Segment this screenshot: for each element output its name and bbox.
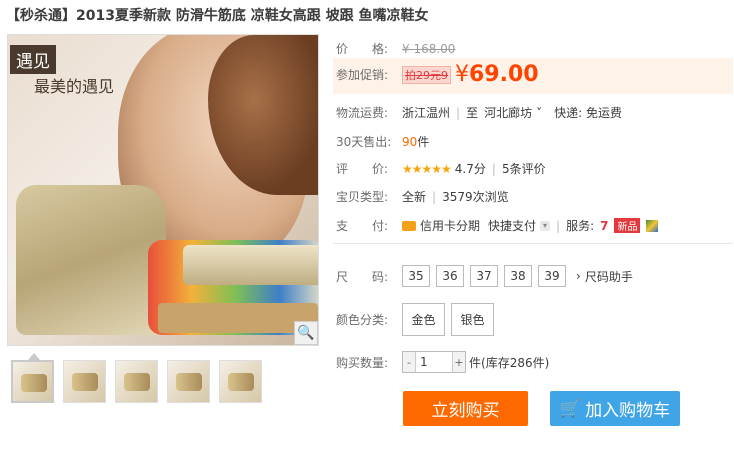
size-label: 尺 码: xyxy=(336,269,389,284)
new-product-icon: 新品 xyxy=(614,218,641,233)
image-slogan: 最美的遇见 xyxy=(34,77,115,96)
color-label: 颜色分类: xyxy=(336,313,389,327)
cart-icon: 🛒 xyxy=(559,398,582,419)
shipping-destination[interactable]: 河北廊坊 xyxy=(484,104,532,121)
thumbnail-2[interactable] xyxy=(63,360,106,403)
quantity-row: 购买数量: - 1 + 件 (库存286件) xyxy=(336,351,549,373)
rating-stars-icon: ★★★★★ xyxy=(402,161,452,176)
product-main-image[interactable]: 遇见 最美的遇见 🔍 xyxy=(7,34,319,346)
payment-row: 支 付: 信用卡分期 快捷支付 ▾ | 服务: 7 新品 xyxy=(336,217,659,234)
size-option[interactable]: 38 xyxy=(504,265,532,287)
service-cube-icon xyxy=(646,219,659,232)
quantity-plus-button[interactable]: + xyxy=(453,352,465,372)
review-count[interactable]: 5条评价 xyxy=(502,160,546,177)
promo-price: 69.00 xyxy=(469,62,539,87)
installment-option[interactable]: 信用卡分期 xyxy=(420,217,480,234)
buy-now-button[interactable]: 立刻购买 xyxy=(403,391,528,426)
size-helper-link[interactable]: 尺码助手 xyxy=(585,268,633,285)
quantity-input[interactable]: 1 xyxy=(415,352,453,372)
chevron-right-icon[interactable]: › xyxy=(576,269,581,283)
size-option[interactable]: 35 xyxy=(402,265,430,287)
add-to-cart-label: 加入购物车 xyxy=(585,401,671,421)
rating-score: 4.7分 xyxy=(454,162,486,176)
rating-row: 评 价: ★★★★★ 4.7分 | 5条评价 xyxy=(336,160,546,177)
original-price: ¥ 168.00 xyxy=(402,41,456,56)
view-count: 3579次浏览 xyxy=(442,190,509,204)
size-option[interactable]: 39 xyxy=(538,265,566,287)
chevron-down-icon[interactable]: ˅ xyxy=(536,106,542,120)
quantity-stepper[interactable]: - 1 + xyxy=(402,351,466,373)
sandal-image-left xyxy=(16,185,166,335)
currency-symbol: ¥ xyxy=(455,62,469,87)
thumbnail-4[interactable] xyxy=(167,360,210,403)
divider xyxy=(333,243,733,244)
add-to-cart-button[interactable]: 🛒 加入购物车 xyxy=(550,391,680,426)
shipping-to-sep: 至 xyxy=(466,106,479,120)
sales-label: 30天售出: xyxy=(336,135,392,149)
quantity-label: 购买数量: xyxy=(336,355,389,370)
condition: 全新 xyxy=(402,190,427,204)
thumb-pointer-icon xyxy=(28,353,40,360)
rating-label: 评 价: xyxy=(336,162,389,176)
stock-count: (库存286件) xyxy=(481,355,550,370)
color-option-silver[interactable]: 银色 xyxy=(451,303,494,336)
thumbnail-1[interactable] xyxy=(11,360,54,403)
color-row: 颜色分类: 金色 银色 xyxy=(336,303,500,336)
type-row: 宝贝类型: 全新 | 3579次浏览 xyxy=(336,189,509,205)
sales-unit: 件 xyxy=(417,135,430,149)
image-badge: 遇见 xyxy=(10,45,56,74)
promo-row: 参加促销: 拍29元9 ¥ 69.00 xyxy=(336,62,539,87)
promo-label: 参加促销: xyxy=(336,68,389,82)
size-row: 尺 码: 35 36 37 38 39 › 尺码助手 xyxy=(336,265,633,287)
color-option-gold[interactable]: 金色 xyxy=(402,303,445,336)
payment-label: 支 付: xyxy=(336,219,389,233)
sales-count: 90 xyxy=(402,134,418,149)
thumbnail-5[interactable] xyxy=(219,360,262,403)
promo-tag: 拍29元9 xyxy=(402,65,451,84)
size-option[interactable]: 36 xyxy=(436,265,464,287)
dropdown-icon[interactable]: ▾ xyxy=(540,220,551,231)
type-label: 宝贝类型: xyxy=(336,190,389,204)
size-option[interactable]: 37 xyxy=(470,265,498,287)
price-label: 价 格: xyxy=(336,42,389,56)
sandal-strap xyxy=(183,245,318,285)
sales-row: 30天售出: 90 件 xyxy=(336,133,429,150)
service-label: 服务: xyxy=(566,219,595,233)
shipping-label: 物流运费: xyxy=(336,106,389,120)
express-fee: 快递: 免运费 xyxy=(554,106,622,120)
shipping-row: 物流运费: 浙江温州 | 至 河北廊坊 ˅ 快递: 免运费 xyxy=(336,104,622,121)
seven-day-return-icon: 7 xyxy=(600,218,609,233)
quick-pay-option[interactable]: 快捷支付 xyxy=(488,217,536,234)
thumbnail-3[interactable] xyxy=(115,360,158,403)
shipping-from: 浙江温州 xyxy=(402,106,451,120)
thumbnail-list xyxy=(11,360,262,403)
product-title: 【秒杀通】2013夏季新款 防滑牛筋底 凉鞋女高跟 坡跟 鱼嘴凉鞋女 xyxy=(6,8,429,24)
price-row: 价 格: ¥ 168.00 xyxy=(336,40,455,57)
quantity-unit: 件 xyxy=(469,355,482,370)
quantity-minus-button[interactable]: - xyxy=(403,352,415,372)
zoom-icon[interactable]: 🔍 xyxy=(294,321,318,345)
credit-card-icon xyxy=(402,220,416,231)
